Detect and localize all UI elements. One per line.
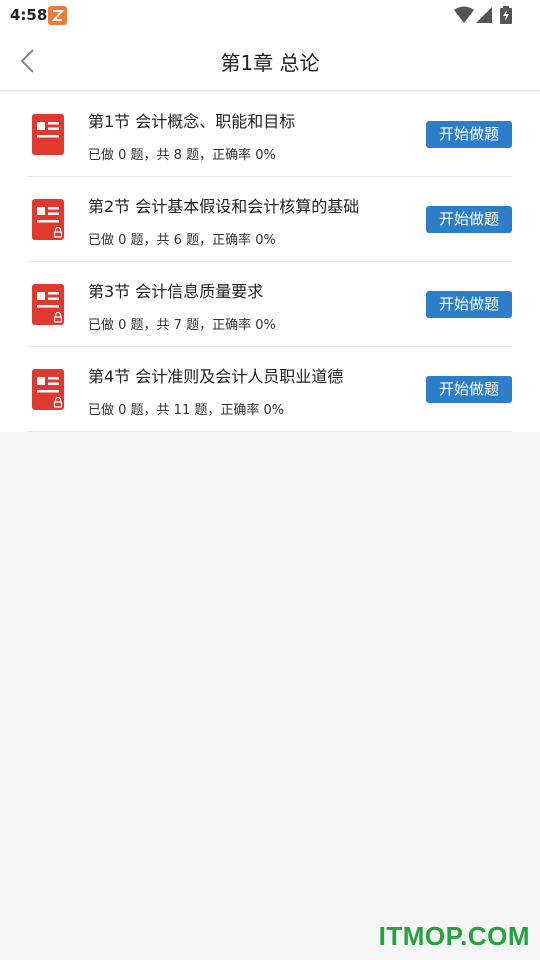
section-title: 第2节 会计基本假设和会计核算的基础 [88, 197, 360, 216]
section-title: 第3节 会计信息质量要求 [88, 282, 264, 301]
start-practice-button[interactable]: 开始做题 [426, 376, 512, 403]
app-logo-icon [48, 6, 67, 25]
app-header: 第1章 总论 [0, 30, 540, 91]
system-icons [450, 6, 530, 24]
section-stats: 已做 0 题，共 8 题，正确率 0% [88, 148, 276, 163]
start-practice-button[interactable]: 开始做题 [426, 206, 512, 233]
start-practice-button[interactable]: 开始做题 [426, 121, 512, 148]
locked-document-icon [32, 199, 64, 240]
list-item[interactable]: 第2节 会计基本假设和会计核算的基础 已做 0 题，共 6 题，正确率 0% 开… [28, 177, 512, 262]
locked-document-icon [32, 284, 64, 325]
page-title: 第1章 总论 [220, 51, 320, 75]
section-stats: 已做 0 题，共 6 题，正确率 0% [88, 233, 276, 248]
section-title: 第4节 会计准则及会计人员职业道德 [88, 367, 344, 386]
watermark: ITMOP.COM [378, 921, 530, 951]
start-practice-button[interactable]: 开始做题 [426, 291, 512, 318]
section-stats: 已做 0 题，共 7 题，正确率 0% [88, 318, 276, 333]
status-time: 4:58 [10, 6, 48, 24]
section-title: 第1节 会计概念、职能和目标 [88, 112, 296, 131]
list-item[interactable]: 第4节 会计准则及会计人员职业道德 已做 0 题，共 11 题，正确率 0% 开… [28, 347, 512, 432]
list-item[interactable]: 第1节 会计概念、职能和目标 已做 0 题，共 8 题，正确率 0% 开始做题 [28, 92, 512, 177]
wifi-icon [454, 6, 474, 23]
list-item[interactable]: 第3节 会计信息质量要求 已做 0 题，共 7 题，正确率 0% 开始做题 [28, 262, 512, 347]
section-list: 第1节 会计概念、职能和目标 已做 0 题，共 8 题，正确率 0% 开始做题 … [0, 92, 540, 432]
status-bar: 4:58 [0, 0, 540, 30]
locked-document-icon [32, 369, 64, 410]
cell-signal-icon [476, 7, 492, 23]
document-icon [32, 114, 64, 155]
section-stats: 已做 0 题，共 11 题，正确率 0% [88, 403, 285, 418]
battery-charging-icon [500, 6, 512, 24]
